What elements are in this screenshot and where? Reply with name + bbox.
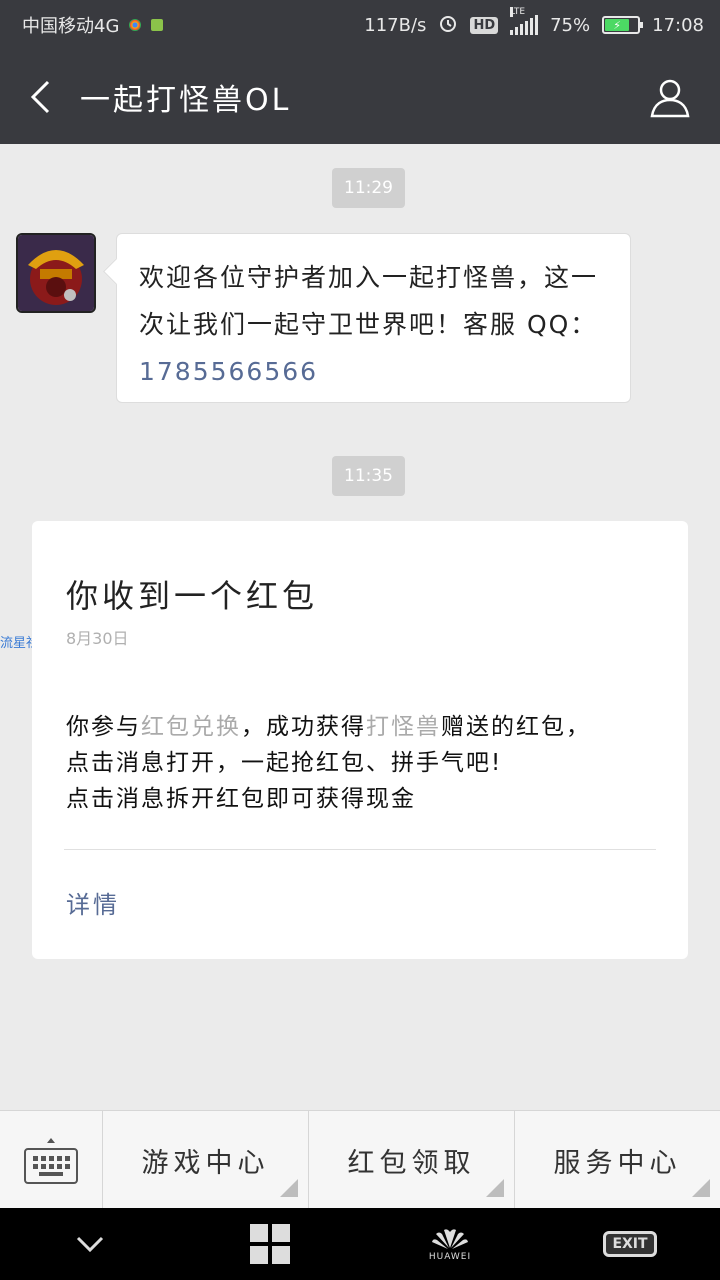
- card-keyword: 红包兑换: [141, 714, 241, 740]
- welcome-message-bubble[interactable]: 欢迎各位守护者加入一起打怪兽，这一次让我们一起守卫世界吧！客服 QQ： 17855…: [116, 233, 631, 403]
- card-date: 8月30日: [66, 629, 129, 648]
- network-speed: 117B/s: [364, 14, 427, 36]
- hd-badge: HD: [470, 16, 499, 34]
- menu-bar: 游戏中心 红包领取 服务中心: [0, 1110, 720, 1209]
- card-text: 赠送的红包，: [441, 714, 591, 740]
- red-packet-card[interactable]: 你收到一个红包 8月30日 你参与红包兑换，成功获得打怪兽赠送的红包， 点击消息…: [32, 521, 688, 959]
- huawei-logo-icon: [432, 1229, 468, 1249]
- keyboard-icon: [24, 1138, 78, 1184]
- status-bar: 中国移动4G 117B/s HD LTE 75% ⚡ 17:08: [0, 0, 720, 50]
- timestamp: 11:29: [332, 168, 405, 208]
- menu-game-center[interactable]: 游戏中心: [103, 1111, 309, 1209]
- battery-icon: ⚡: [602, 16, 644, 34]
- battery-percent: 75%: [550, 14, 591, 36]
- chevron-down-icon: [76, 1236, 104, 1253]
- person-icon: [650, 79, 690, 118]
- menu-service-center[interactable]: 服务中心: [515, 1111, 720, 1209]
- profile-button[interactable]: [620, 50, 720, 144]
- app-notification-icon: [151, 19, 164, 31]
- chevron-left-icon: [30, 80, 50, 114]
- submenu-indicator-icon: [280, 1179, 298, 1197]
- menu-label: 红包领取: [347, 1147, 476, 1179]
- menu-label: 服务中心: [553, 1147, 682, 1179]
- network-type: LTE: [510, 7, 526, 17]
- card-line-3: 点击消息拆开红包即可获得现金: [66, 786, 416, 812]
- alarm-icon: [438, 13, 458, 38]
- card-title: 你收到一个红包: [66, 577, 319, 615]
- system-nav-bar: HUAWEI EXIT: [0, 1208, 720, 1280]
- qq-number-link[interactable]: 1785566566: [139, 357, 318, 386]
- exit-label: EXIT: [612, 1236, 648, 1252]
- timestamp: 11:35: [332, 456, 405, 496]
- clock: 17:08: [652, 14, 704, 36]
- back-button[interactable]: [0, 50, 80, 144]
- submenu-indicator-icon: [486, 1179, 504, 1197]
- divider: [64, 849, 656, 850]
- exit-icon: EXIT: [603, 1231, 657, 1257]
- card-line-1: 你参与红包兑换，成功获得打怪兽赠送的红包，: [66, 709, 668, 745]
- card-text: ，成功获得: [241, 714, 366, 740]
- card-line-2: 点击消息打开，一起抢红包、拼手气吧!: [66, 750, 503, 776]
- collapse-button[interactable]: [50, 1208, 130, 1280]
- card-keyword: 打怪兽: [366, 714, 441, 740]
- carrier-label: 中国移动4G: [22, 16, 120, 37]
- avatar[interactable]: [16, 233, 96, 313]
- app-grid-button[interactable]: [230, 1208, 310, 1280]
- welcome-text: 欢迎各位守护者加入一起打怪兽，这一次让我们一起守卫世界吧！客服 QQ：: [139, 263, 599, 339]
- card-body: 你参与红包兑换，成功获得打怪兽赠送的红包， 点击消息打开，一起抢红包、拼手气吧!…: [66, 709, 668, 817]
- brand-label: HUAWEI: [428, 1252, 472, 1262]
- menu-red-packet[interactable]: 红包领取: [309, 1111, 515, 1209]
- title-bar: 一起打怪兽OL: [0, 50, 720, 144]
- home-button[interactable]: HUAWEI: [410, 1208, 490, 1280]
- page-title: 一起打怪兽OL: [80, 83, 292, 118]
- details-link[interactable]: 详情: [66, 885, 120, 920]
- signal-icon: LTE: [510, 7, 539, 35]
- warrior-avatar-icon: [18, 235, 94, 311]
- keyboard-toggle-button[interactable]: [0, 1111, 103, 1209]
- exit-button[interactable]: EXIT: [590, 1208, 670, 1280]
- menu-label: 游戏中心: [141, 1147, 270, 1179]
- grid-icon: [250, 1224, 290, 1264]
- submenu-indicator-icon: [692, 1179, 710, 1197]
- chrome-notification-icon: [129, 19, 142, 31]
- card-text: 你参与: [66, 714, 141, 740]
